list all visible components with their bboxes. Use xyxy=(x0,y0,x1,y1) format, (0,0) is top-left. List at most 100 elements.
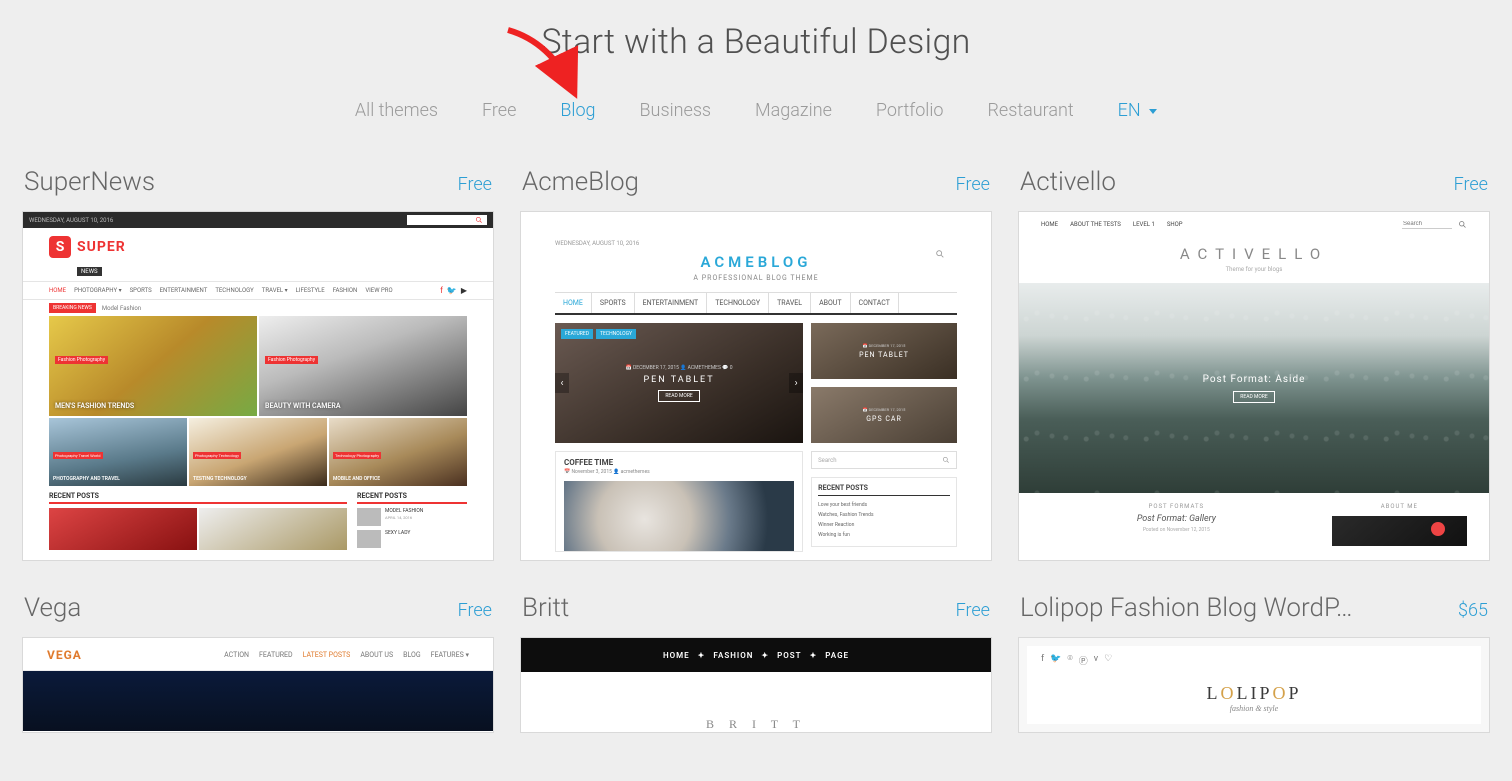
filter-tabs: All themes Free Blog Business Magazine P… xyxy=(22,90,1490,161)
preview-post-title: SEXY LADY xyxy=(385,530,410,537)
preview-post-meta: 📅 November 3, 2015 👤 acmethemes xyxy=(564,469,794,475)
preview-nav-item: ABOUT THE TESTS xyxy=(1070,221,1121,228)
preview-tile-title: GPS CAR xyxy=(866,415,902,423)
facebook-icon: f xyxy=(1041,654,1044,667)
preview-caption: BEAUTY WITH CAMERA xyxy=(265,402,341,410)
chevron-down-icon xyxy=(1149,109,1157,114)
preview-nav-item: SPORTS xyxy=(130,287,152,294)
preview-hero: Post Format: Aside READ MORE xyxy=(1019,283,1489,493)
preview-slide-meta: 📅 DECEMBER 17, 2015 👤 ACMETHEMES 💬 0 xyxy=(626,365,733,371)
preview-nav-item: ABOUT xyxy=(811,293,850,313)
preview-caption: PHOTOGRAPHY AND TRAVEL xyxy=(53,476,120,482)
search-icon xyxy=(475,216,483,224)
preview-about-header: ABOUT ME xyxy=(1332,503,1467,510)
theme-thumbnail[interactable]: WEDNESDAY, AUGUST 10, 2016 ACMEBLOG A PR… xyxy=(520,211,992,561)
preview-post-title: MODEL FASHION xyxy=(385,508,423,515)
preview-tagline: Theme for your blogs xyxy=(1019,266,1489,273)
preview-nav-item: POST xyxy=(777,651,801,660)
preview-nav: HOME ABOUT THE TESTS LEVEL 1 SHOP xyxy=(1041,221,1183,228)
facebook-icon: f xyxy=(440,286,443,295)
preview-nav: HOME SPORTS ENTERTAINMENT TECHNOLOGY TRA… xyxy=(555,292,957,315)
preview-logo: LOLIPOP fashion & style xyxy=(1027,683,1481,713)
preview-tag: Fashion Photography xyxy=(55,356,108,364)
preview-nav-item: LIFESTYLE xyxy=(296,287,325,294)
filter-business[interactable]: Business xyxy=(620,90,732,131)
instagram-icon: ⌾ xyxy=(1067,654,1072,667)
preview-nav-item: LATEST POSTS xyxy=(303,651,351,659)
theme-thumbnail[interactable]: f 🐦 ⌾ Ⓟ v ♡ LOLIPOP fashion & style xyxy=(1018,637,1490,733)
page-title: Start with a Beautiful Design xyxy=(22,0,1490,90)
preview-nav-item: SPORTS xyxy=(592,293,635,313)
preview-post-meta: APRIL 14, 2016 xyxy=(385,515,423,520)
breaking-news-tag: BREAKING NEWS xyxy=(49,303,96,313)
theme-title: Britt xyxy=(522,593,569,623)
preview-tile-date: 📅 DECEMBER 17, 2015 xyxy=(863,407,906,412)
theme-card-acmeblog[interactable]: AcmeBlog Free WEDNESDAY, AUGUST 10, 2016… xyxy=(520,161,992,561)
preview-post-date: Posted on November 12, 2015 xyxy=(1041,527,1312,533)
preview-nav-item: CONTACT xyxy=(851,293,899,313)
preview-logo: ACTIVELLO xyxy=(1019,245,1489,263)
recent-posts-header: RECENT POSTS xyxy=(357,492,467,504)
preview-nav-item: FASHION xyxy=(333,287,358,294)
filter-restaurant[interactable]: Restaurant xyxy=(967,90,1093,131)
theme-grid: SuperNews Free WEDNESDAY, AUGUST 10, 201… xyxy=(22,161,1490,733)
preview-logo: B R I T T xyxy=(706,717,806,732)
theme-thumbnail[interactable]: HOME ABOUT THE TESTS LEVEL 1 SHOP ACTIVE… xyxy=(1018,211,1490,561)
theme-title: AcmeBlog xyxy=(522,167,639,197)
preview-search xyxy=(407,215,487,225)
theme-price: Free xyxy=(458,600,492,621)
filter-portfolio[interactable]: Portfolio xyxy=(856,90,964,131)
preview-nav-item: ACTION xyxy=(224,651,249,659)
preview-nav-item: TRAVEL ▾ xyxy=(262,287,288,294)
preview-nav-item: ABOUT US xyxy=(360,651,393,659)
search-icon xyxy=(942,456,950,464)
vimeo-icon: v xyxy=(1094,654,1098,667)
theme-title: SuperNews xyxy=(24,167,155,197)
theme-price: Free xyxy=(956,600,990,621)
theme-thumbnail[interactable]: HOME✦ FASHION✦ POST✦ PAGE B R I T T xyxy=(520,637,992,733)
filter-magazine[interactable]: Magazine xyxy=(735,90,852,131)
preview-logo-text: SUPER xyxy=(77,239,126,255)
filter-all-themes[interactable]: All themes xyxy=(335,90,458,131)
preview-recent-item: Winner Reaction xyxy=(818,520,950,530)
breaking-news-text: Model Fashion xyxy=(102,305,141,312)
filter-free[interactable]: Free xyxy=(462,90,536,131)
theme-price: Free xyxy=(1454,174,1488,195)
twitter-icon: 🐦 xyxy=(447,286,457,295)
theme-card-lolipop[interactable]: Lolipop Fashion Blog WordP… $65 f 🐦 ⌾ Ⓟ … xyxy=(1018,587,1490,733)
preview-nav: ACTION FEATURED LATEST POSTS ABOUT US BL… xyxy=(224,651,469,659)
pinterest-icon: Ⓟ xyxy=(1079,654,1088,667)
preview-tag: Photography Technology xyxy=(193,452,241,459)
preview-read-more: READ MORE xyxy=(1233,391,1274,403)
preview-tag: Photography Travel World xyxy=(53,452,103,459)
theme-thumbnail[interactable]: WEDNESDAY, AUGUST 10, 2016 S SUPER NEWS … xyxy=(22,211,494,561)
diamond-icon: ✦ xyxy=(761,651,769,660)
preview-about-image xyxy=(1332,516,1467,546)
preview-nav-item: TECHNOLOGY xyxy=(707,293,769,313)
preview-nav-item: FASHION xyxy=(713,651,753,660)
theme-card-britt[interactable]: Britt Free HOME✦ FASHION✦ POST✦ PAGE B R… xyxy=(520,587,992,733)
theme-thumbnail[interactable]: VEGA ACTION FEATURED LATEST POSTS ABOUT … xyxy=(22,637,494,733)
heart-icon: ♡ xyxy=(1104,654,1112,667)
preview-nav-item: LEVEL 1 xyxy=(1133,221,1155,228)
preview-caption: MOBILE AND OFFICE xyxy=(333,476,380,482)
preview-tag: TECHNOLOGY xyxy=(596,329,636,339)
diamond-icon: ✦ xyxy=(698,651,706,660)
preview-nav-item: HOME xyxy=(49,287,66,294)
preview-nav: HOME✦ FASHION✦ POST✦ PAGE xyxy=(521,638,991,672)
preview-nav-item: HOME xyxy=(663,651,690,660)
preview-recent-item: Love your best friends xyxy=(818,500,950,510)
theme-card-vega[interactable]: Vega Free VEGA ACTION FEATURED LATEST PO… xyxy=(22,587,494,733)
preview-logo: ACMEBLOG xyxy=(555,253,957,271)
preview-nav-item: VIEW PRO xyxy=(365,287,392,294)
theme-card-supernews[interactable]: SuperNews Free WEDNESDAY, AUGUST 10, 201… xyxy=(22,161,494,561)
theme-card-activello[interactable]: Activello Free HOME ABOUT THE TESTS LEVE… xyxy=(1018,161,1490,561)
twitter-icon: 🐦 xyxy=(1050,654,1061,667)
preview-tag: Fashion Photography xyxy=(265,356,318,364)
preview-post-title: COFFEE TIME xyxy=(564,458,794,467)
recent-posts-header: RECENT POSTS xyxy=(818,484,950,496)
language-label: EN xyxy=(1118,100,1141,121)
preview-social-bar: f 🐦 ⌾ Ⓟ v ♡ xyxy=(1027,646,1481,675)
filter-blog[interactable]: Blog xyxy=(540,90,615,131)
language-dropdown[interactable]: EN xyxy=(1098,90,1177,131)
